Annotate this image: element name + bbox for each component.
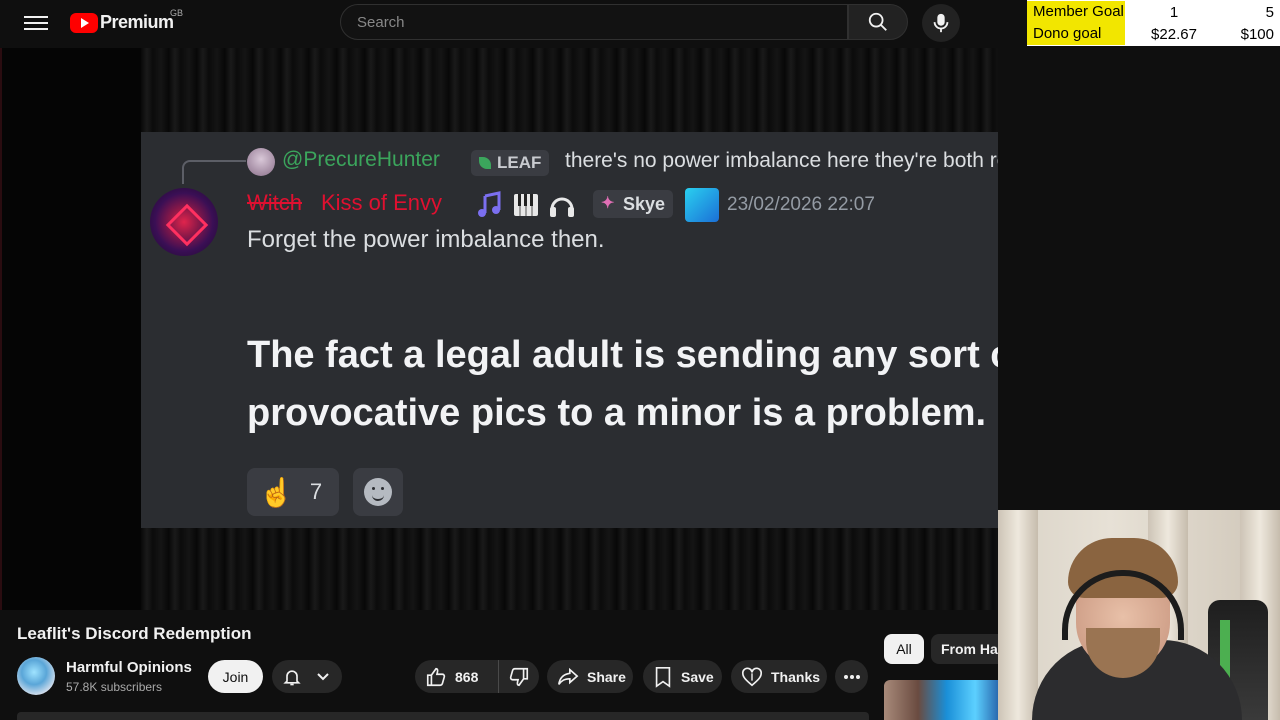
smiley-icon [364,478,392,506]
member-goal-target: 5 [1265,3,1274,21]
message-line: Forget the power imbalance then. [247,226,605,253]
share-icon [558,667,579,685]
more-horizontal-icon [843,674,860,679]
dono-goal-current: $22.67 [1151,25,1197,43]
dono-goal-label: Dono goal [1027,23,1125,45]
join-button[interactable]: Join [208,660,263,693]
heart-dollar-icon [742,666,762,686]
subscriber-count: 57.8K subscribers [66,680,163,694]
search-button[interactable] [848,4,908,40]
share-button[interactable]: Share [547,660,633,693]
like-count: 868 [455,668,479,685]
voice-search-button[interactable] [922,4,960,42]
dono-goal-target: $100 [1240,25,1274,43]
chevron-down-icon [317,672,329,680]
youtube-logo[interactable]: Premium GB [70,8,183,33]
music-note-icon [478,191,501,217]
author-struck-prefix: Witch [247,190,302,215]
piano-icon [514,194,538,216]
search-box [340,4,848,40]
recommended-thumbnail[interactable] [884,680,998,720]
reply-username: @PrecureHunter [282,148,440,171]
member-goal-label: Member Goal [1027,1,1125,23]
channel-avatar[interactable] [17,657,55,695]
more-actions-button[interactable] [835,660,868,693]
badge-avatar [685,188,719,222]
author-badges [475,190,577,220]
thumbs-down-icon [509,667,529,686]
thanks-label: Thanks [771,668,821,685]
role-pill: Skye [593,190,674,218]
region-code: GB [170,8,184,18]
webcam-overlay [998,510,1280,720]
headphones-icon [550,197,574,217]
reply-avatar [247,148,275,176]
reply-connector [182,160,246,184]
reply-text: there's no power imbalance here they're … [565,149,998,172]
share-label: Share [587,668,626,685]
premium-wordmark: Premium [100,12,174,32]
save-button[interactable]: Save [643,660,722,693]
bell-icon [283,669,301,685]
youtube-play-icon [70,12,98,33]
microphone-icon [933,13,949,33]
member-goal-row: Member Goal 1 5 [1027,1,1280,23]
message-emphasis: The fact a legal adult is sending any so… [247,334,998,434]
reaction-count: 7 [309,479,323,504]
search-icon [868,12,887,31]
notifications-button[interactable] [272,660,342,693]
chip-all[interactable]: All [884,634,924,664]
thanks-button[interactable]: Thanks [731,660,827,693]
channel-name[interactable]: Harmful Opinions [66,659,192,676]
pointing-hand-icon: ☝ [259,476,294,508]
author-avatar [150,188,218,256]
dislike-button[interactable] [499,666,539,688]
dono-goal-row: Dono goal $22.67 $100 [1027,23,1280,45]
search-input[interactable] [357,13,847,31]
reaction-chip: ☝ 7 [247,468,339,516]
bookmark-icon [655,666,671,688]
save-label: Save [681,668,714,685]
message-timestamp: 23/02/2026 22:07 [727,194,875,215]
video-player[interactable]: @PrecureHunter LEAF there's no power imb… [0,48,998,610]
discord-message-screenshot: @PrecureHunter LEAF there's no power imb… [141,132,998,528]
thumbs-up-icon [426,667,446,686]
stream-goals-overlay: Member Goal 1 5 Dono goal $22.67 $100 [1027,0,1280,46]
chip-from-channel[interactable]: From Har [931,634,998,664]
video-letterbox [0,48,141,610]
reply-server-tag: LEAF [471,150,550,176]
author-name: Kiss of Envy [321,190,443,215]
like-dislike-group: 868 [415,660,539,693]
menu-icon[interactable] [24,13,48,33]
description-box-edge [17,712,869,720]
add-reaction-chip [353,468,403,516]
member-goal-current: 1 [1169,3,1179,21]
curtain-left [998,510,1038,720]
video-title: Leaflit's Discord Redemption [17,624,252,643]
like-button[interactable]: 868 [415,660,499,693]
